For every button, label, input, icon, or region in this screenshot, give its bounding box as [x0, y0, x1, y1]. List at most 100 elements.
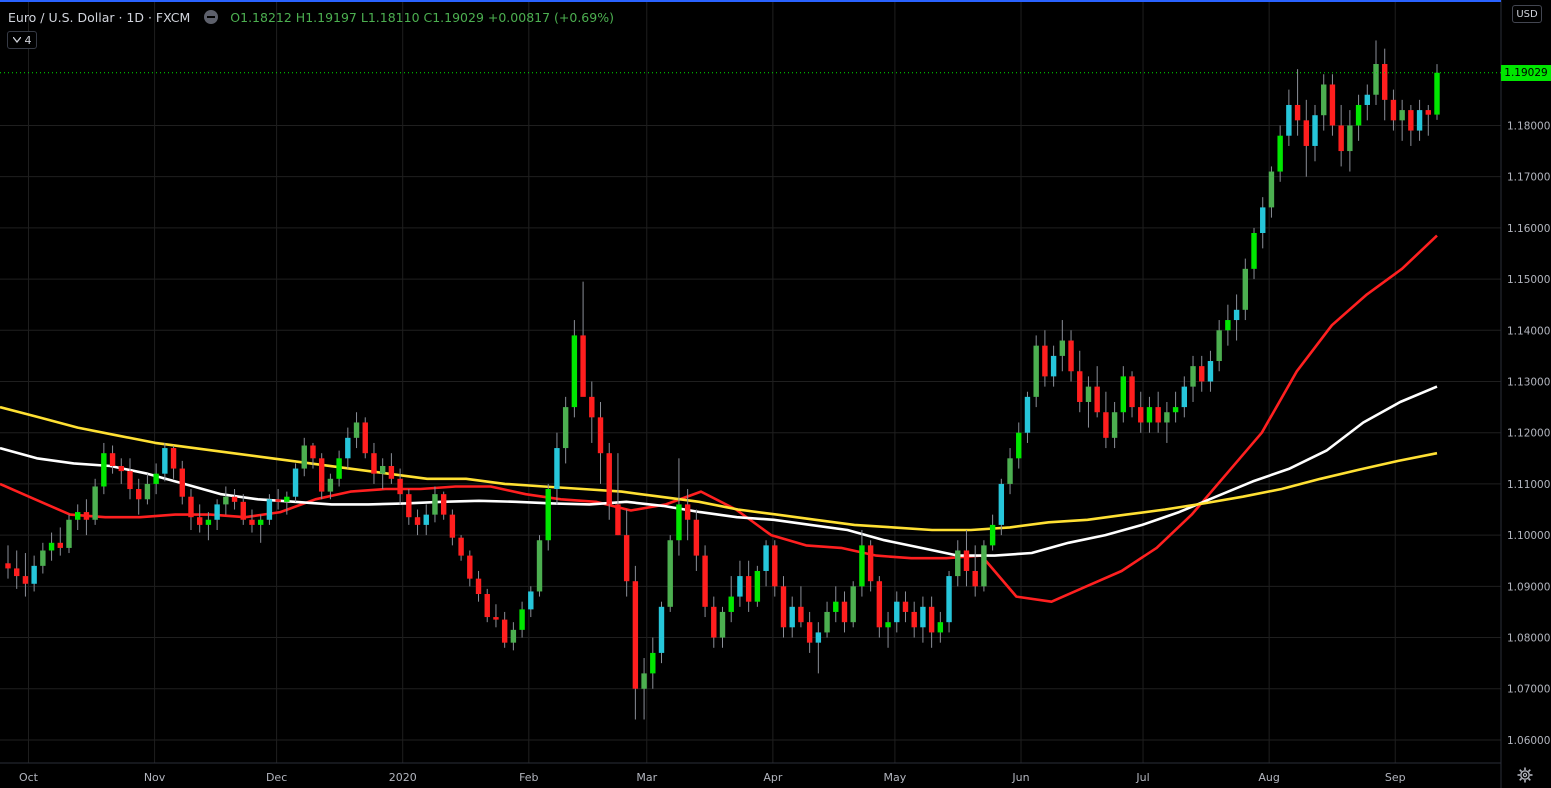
candle-up[interactable]	[981, 540, 987, 592]
candle-body	[519, 609, 525, 630]
candle-body	[702, 555, 708, 607]
candle-body	[5, 563, 11, 569]
candle-up[interactable]	[754, 565, 761, 607]
y-tick-label: 1.10000	[1507, 530, 1550, 542]
candle-up[interactable]	[667, 535, 673, 612]
candle-body	[850, 586, 856, 623]
candle-body	[231, 496, 238, 502]
candle-body	[127, 471, 133, 490]
candle-up[interactable]	[850, 581, 856, 628]
candle-body	[475, 578, 482, 595]
candle-down[interactable]	[702, 545, 708, 618]
candle-body	[867, 545, 874, 582]
gear-icon[interactable]	[1517, 767, 1533, 783]
candle-body	[815, 632, 822, 643]
candle-body	[998, 483, 1005, 525]
candle-body	[911, 611, 917, 628]
candle-body	[196, 517, 203, 525]
candle-body	[632, 581, 639, 689]
candle-body	[1312, 115, 1318, 146]
candle-body	[1390, 99, 1397, 121]
price-chart[interactable]: 1.18000 1.17000 1.16000 1.15000 1.14000 1.130…	[0, 0, 1551, 788]
candle-body	[440, 494, 447, 515]
candle-body	[1111, 412, 1118, 438]
candle-body	[510, 629, 517, 643]
candle-up[interactable]	[66, 514, 72, 554]
candle-body	[1399, 110, 1405, 121]
candle-body	[1164, 412, 1170, 423]
x-tick-label: Jul	[1135, 771, 1149, 784]
candle-body	[545, 489, 551, 541]
candle-body	[1260, 207, 1266, 233]
candle-body	[449, 514, 456, 538]
candle-body	[423, 514, 429, 525]
candle-body	[1321, 84, 1327, 116]
candle-body	[188, 496, 194, 518]
candle-body	[205, 519, 212, 525]
currency-button[interactable]: USD	[1512, 5, 1542, 23]
candle-body	[1068, 340, 1074, 372]
hide-legend-icon[interactable]	[204, 10, 219, 24]
candle-body	[153, 473, 159, 484]
candle-body	[170, 448, 177, 469]
candle-body	[1382, 64, 1388, 100]
candle-body	[650, 652, 656, 674]
candle-body	[284, 496, 290, 502]
candle-body	[737, 576, 743, 597]
candle-body	[1416, 110, 1423, 131]
candle-body	[318, 458, 325, 492]
candle-body	[14, 568, 20, 577]
candle-body	[937, 622, 944, 633]
candle-body	[240, 501, 246, 520]
candle-body	[562, 407, 569, 449]
candle-body	[1129, 376, 1135, 408]
candle-body	[40, 550, 46, 566]
candle-body	[275, 499, 281, 502]
candle-body	[589, 396, 595, 418]
candle-body	[327, 478, 334, 492]
candle-up[interactable]	[1033, 335, 1039, 408]
candle-body	[397, 478, 403, 495]
candle-body	[615, 504, 621, 536]
x-tick-label: Mar	[636, 771, 657, 784]
y-tick-label: 1.18000	[1507, 120, 1550, 132]
candle-body	[92, 486, 98, 520]
indicators-toggle[interactable]: 4	[7, 31, 37, 49]
candle-body	[885, 622, 891, 628]
candle-up[interactable]	[536, 535, 543, 597]
indicator-count: 4	[24, 33, 32, 47]
symbol-title[interactable]: Euro / U.S. Dollar · 1D · FXCM	[8, 10, 190, 25]
candle-body	[1155, 407, 1161, 423]
candle-body	[414, 517, 421, 525]
candle-body	[719, 611, 726, 638]
candle-body	[1251, 232, 1257, 269]
candle-body	[1042, 345, 1048, 377]
x-tick-label: Jun	[1011, 771, 1029, 784]
x-tick-label: Nov	[144, 771, 166, 784]
candle-body	[371, 453, 377, 474]
candle-body	[833, 601, 839, 612]
y-tick-label: 1.13000	[1507, 377, 1550, 389]
candle-down[interactable]	[362, 417, 368, 459]
candle-body	[946, 576, 952, 623]
candle-body	[353, 422, 360, 438]
y-tick-label: 1.09000	[1507, 581, 1550, 593]
candle-body	[458, 537, 464, 556]
y-tick-label: 1.12000	[1507, 428, 1550, 440]
candle-body	[920, 606, 926, 628]
candle-body	[1216, 330, 1222, 362]
candle-body	[379, 465, 386, 474]
candle-body	[1286, 104, 1292, 136]
chart-root: 1.18000 1.17000 1.16000 1.15000 1.14000 1.130…	[0, 0, 1551, 788]
candle-body	[432, 494, 438, 515]
candle-body	[1268, 171, 1275, 208]
candle-body	[1329, 84, 1336, 126]
candle-body	[75, 512, 81, 520]
candle-body	[310, 445, 316, 459]
candle-up[interactable]	[292, 463, 299, 502]
y-tick-label: 1.17000	[1507, 172, 1550, 184]
candle-body	[257, 519, 264, 525]
x-tick-label: 2020	[389, 771, 417, 784]
candle-body	[1094, 386, 1100, 413]
candle-body	[1347, 125, 1353, 152]
